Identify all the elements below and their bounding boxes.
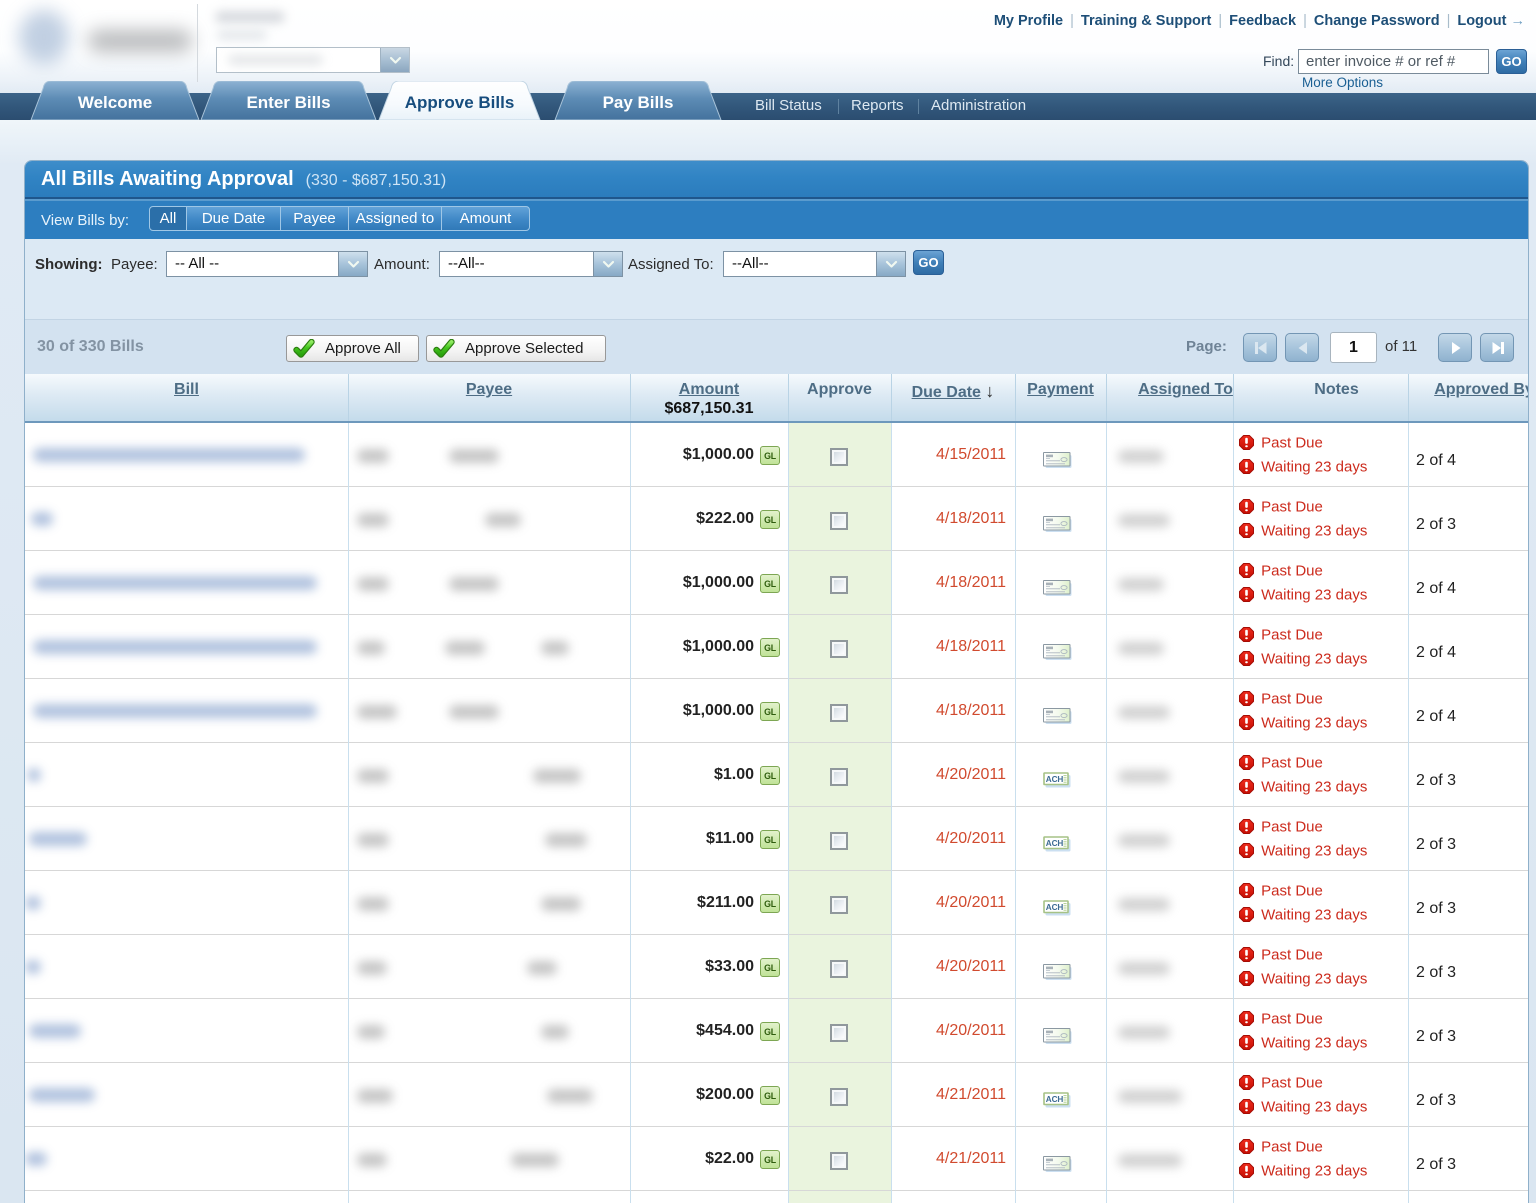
svg-text:GL: GL <box>764 771 777 781</box>
svg-text:GL: GL <box>764 899 777 909</box>
svg-text:GL: GL <box>764 835 777 845</box>
svg-text:GL: GL <box>764 707 777 717</box>
svg-text:GL: GL <box>764 1027 777 1037</box>
svg-text:GL: GL <box>764 643 777 653</box>
svg-text:Welcome: Welcome <box>78 93 152 112</box>
svg-text:GL: GL <box>764 451 777 461</box>
svg-text:Enter Bills: Enter Bills <box>246 93 330 112</box>
svg-text:Pay Bills: Pay Bills <box>603 93 674 112</box>
svg-text:ACH: ACH <box>1046 903 1064 912</box>
svg-text:ACH: ACH <box>1046 839 1064 848</box>
svg-text:Approve Bills: Approve Bills <box>405 93 515 112</box>
svg-text:GL: GL <box>764 1091 777 1101</box>
svg-text:ACH: ACH <box>1046 775 1064 784</box>
svg-text:ACH: ACH <box>1046 1095 1064 1104</box>
svg-text:GL: GL <box>764 1155 777 1165</box>
svg-text:GL: GL <box>764 579 777 589</box>
svg-text:GL: GL <box>764 515 777 525</box>
svg-text:GL: GL <box>764 963 777 973</box>
